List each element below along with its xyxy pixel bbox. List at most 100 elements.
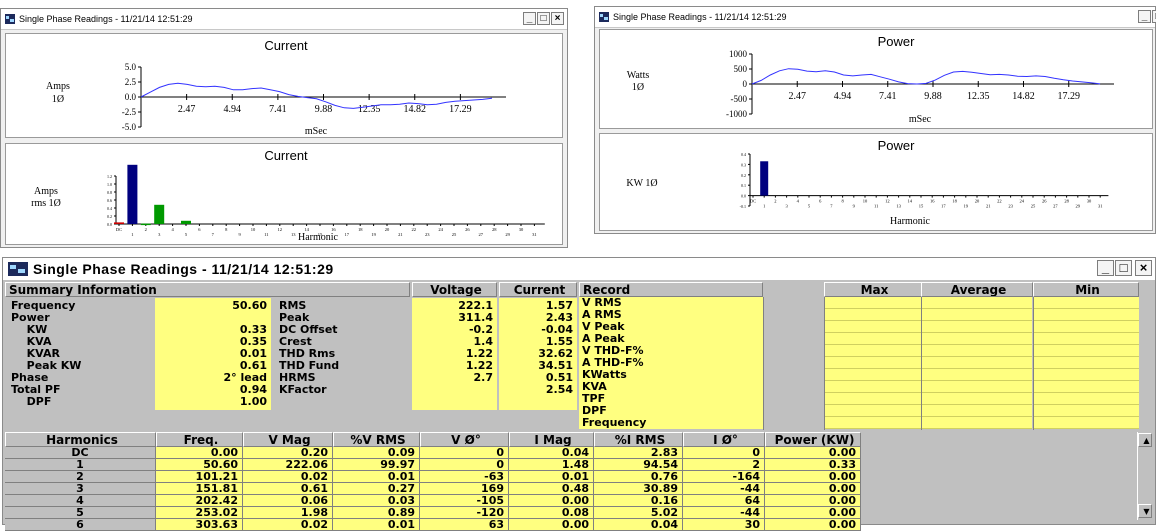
record-min-cell[interactable] — [1033, 345, 1139, 357]
harmonic-cell: 0.00 — [765, 471, 861, 483]
record-average-cell[interactable] — [922, 369, 1032, 381]
power-harmonics-plot: Power KW 1Ø Harmonic 0.4 0.3 0.2 0.1 0.0 -0.1… — [599, 133, 1153, 231]
record-average-cell[interactable] — [922, 393, 1032, 405]
close-button[interactable]: × — [551, 12, 564, 25]
harmonic-cell: 202.42 — [156, 495, 243, 507]
record-max-cell[interactable] — [824, 381, 921, 393]
record-average-cell[interactable] — [922, 417, 1032, 429]
record-min-cell[interactable] — [1033, 369, 1139, 381]
summary-label: DPF — [19, 395, 52, 408]
current-window: Single Phase Readings - 11/21/14 12:51:2… — [0, 8, 568, 248]
record-spacer — [763, 357, 823, 369]
harmonic-tick-label: 12 — [278, 227, 283, 232]
title-bar[interactable]: Single Phase Readings - 11/21/14 12:51:2… — [1, 9, 567, 30]
record-spacer — [763, 333, 823, 345]
record-average-cell[interactable] — [922, 309, 1032, 321]
record-max-cell[interactable] — [824, 357, 921, 369]
record-max-cell[interactable] — [824, 405, 921, 417]
y-tick-label: -0.1 — [740, 204, 746, 209]
minimize-button[interactable]: _ — [1097, 260, 1114, 276]
record-min-cell[interactable] — [1033, 393, 1139, 405]
harmonic-cell: 0.20 — [243, 447, 333, 459]
harmonic-cell: 0.48 — [509, 483, 594, 495]
record-min-cell[interactable] — [1033, 321, 1139, 333]
harmonic-cell: 169 — [420, 483, 509, 495]
harmonic-number: 4 — [5, 495, 156, 507]
record-average-cell[interactable] — [922, 333, 1032, 345]
harmonic-cell: 0.00 — [509, 519, 594, 531]
current-column-header: Current — [499, 282, 577, 297]
record-average-cell[interactable] — [922, 321, 1032, 333]
record-spacer — [763, 345, 823, 357]
record-max-cell[interactable] — [824, 321, 921, 333]
x-tick-label: 14.82 — [1012, 91, 1035, 102]
close-button[interactable]: × — [1135, 260, 1152, 276]
harmonic-cell: -44 — [683, 483, 765, 495]
record-spacer — [763, 393, 823, 405]
record-max-cell[interactable] — [824, 369, 921, 381]
harmonic-bar — [114, 222, 124, 224]
harmonic-tick-label: 13 — [291, 232, 296, 237]
harmonic-tick-label: 4 — [797, 199, 800, 204]
record-min-cell[interactable] — [1033, 417, 1139, 429]
app-icon — [8, 262, 28, 276]
harmonic-cell: 101.21 — [156, 471, 243, 483]
harmonic-number: 2 — [5, 471, 156, 483]
scroll-up-button[interactable]: ▲ — [1138, 433, 1152, 447]
y-tick-label: 5.0 — [125, 62, 137, 72]
y-axis-label-unit: 1Ø — [632, 82, 644, 93]
harmonic-cell: 63 — [420, 519, 509, 531]
maximize-button[interactable]: □ — [1115, 260, 1132, 276]
record-min-cell[interactable] — [1033, 405, 1139, 417]
y-tick-label: 0.6 — [107, 198, 112, 203]
y-tick-label: 1.0 — [107, 182, 112, 187]
record-max-cell[interactable] — [824, 309, 921, 321]
record-max-cell[interactable] — [824, 333, 921, 345]
record-average-cell[interactable] — [922, 381, 1032, 393]
maximize-button[interactable]: □ — [537, 12, 550, 25]
record-max-cell[interactable] — [824, 345, 921, 357]
harmonic-tick-label: 24 — [438, 227, 443, 232]
record-average-cell[interactable] — [922, 345, 1032, 357]
harmonics-header-6: %I RMS — [594, 432, 683, 447]
record-max-cell[interactable] — [824, 417, 921, 429]
record-max-cell[interactable] — [824, 393, 921, 405]
harmonic-tick-label: 15 — [318, 232, 323, 237]
harmonic-cell: 50.60 — [156, 459, 243, 471]
harmonic-cell: 151.81 — [156, 483, 243, 495]
maximize-button[interactable]: □ — [1152, 10, 1156, 23]
x-tick-label: 2.47 — [789, 91, 807, 102]
y-tick-label: -5.0 — [122, 122, 137, 132]
record-average-cell[interactable] — [922, 357, 1032, 369]
harmonic-cell: 0 — [420, 447, 509, 459]
column-divider — [921, 297, 922, 430]
record-spacer — [763, 309, 823, 321]
record-min-cell[interactable] — [1033, 357, 1139, 369]
record-max-cell[interactable] — [824, 297, 921, 309]
title-bar[interactable]: Single Phase Readings - 11/21/14 12:51:2… — [3, 258, 1155, 281]
record-average-cell[interactable] — [922, 297, 1032, 309]
harmonics-header-3: %V RMS — [333, 432, 420, 447]
record-min-cell[interactable] — [1033, 381, 1139, 393]
harmonic-cell: 0.89 — [333, 507, 420, 519]
harmonic-cell: 0.27 — [333, 483, 420, 495]
minimize-button[interactable]: _ — [1138, 10, 1151, 23]
scroll-down-button[interactable]: ▼ — [1138, 504, 1152, 518]
minimize-button[interactable]: _ — [523, 12, 536, 25]
harmonic-tick-label: 11 — [874, 204, 878, 209]
record-row-label: DPF — [579, 405, 763, 417]
harmonic-cell: 99.97 — [333, 459, 420, 471]
record-spacer — [763, 369, 823, 381]
harmonic-tick-label: 3 — [785, 204, 788, 209]
harmonic-cell: 2 — [683, 459, 765, 471]
harmonic-tick-label: 31 — [1098, 204, 1103, 209]
record-min-cell[interactable] — [1033, 297, 1139, 309]
record-average-cell[interactable] — [922, 405, 1032, 417]
harmonic-tick-label: 27 — [1053, 204, 1058, 209]
record-min-cell[interactable] — [1033, 309, 1139, 321]
record-min-cell[interactable] — [1033, 333, 1139, 345]
harmonic-tick-label: 10 — [863, 199, 868, 204]
harmonic-cell: -44 — [683, 507, 765, 519]
title-bar[interactable]: Single Phase Readings - 11/21/14 12:51:2… — [595, 7, 1156, 28]
harmonic-tick-label: 26 — [465, 227, 470, 232]
